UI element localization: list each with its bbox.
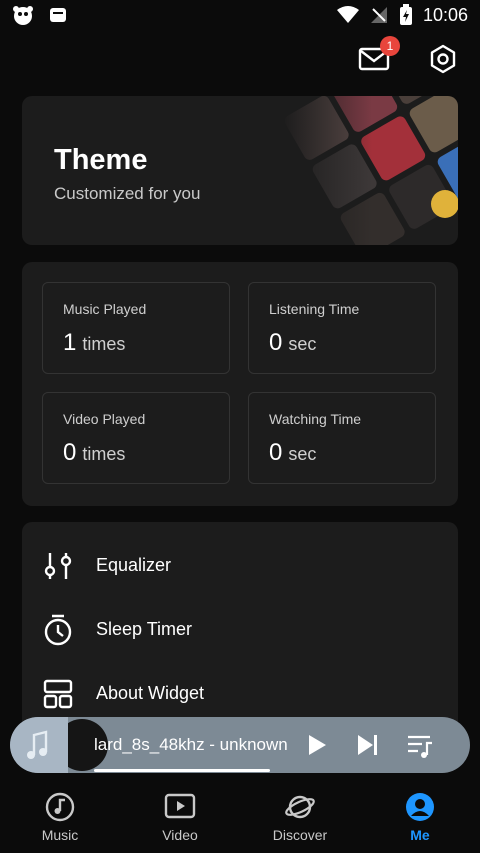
stat-number: 0 — [269, 439, 283, 466]
menu-label: Sleep Timer — [96, 619, 193, 639]
status-bar: 10:06 — [0, 0, 480, 32]
stat-number: 1 — [63, 329, 77, 356]
stat-label: Video Played — [63, 411, 146, 427]
menu-item-equalizer[interactable]: Equalizer — [22, 538, 458, 594]
stat-value: 1 times — [63, 329, 125, 357]
theme-title: Theme — [54, 144, 148, 176]
planet-icon — [285, 795, 315, 819]
app-notification-icon — [13, 6, 33, 25]
music-note-icon — [27, 730, 48, 759]
menu-label: About Widget — [96, 683, 205, 703]
stat-label: Watching Time — [269, 411, 362, 427]
stat-unit: times — [82, 334, 126, 354]
stat-listening-time: Listening Time 0 sec — [248, 282, 436, 374]
skip-next-icon[interactable] — [354, 731, 382, 759]
track-title[interactable]: lard_8s_48khz - unknown — [94, 735, 290, 755]
tab-label: Discover — [272, 827, 328, 843]
theme-collage-image — [282, 96, 458, 245]
stat-value: 0 times — [63, 439, 125, 467]
message-notification-icon — [50, 8, 66, 22]
stat-video-played: Video Played 0 times — [42, 392, 230, 484]
notification-badge: 1 — [380, 36, 400, 56]
clock: 10:06 — [422, 4, 468, 25]
equalizer-icon — [44, 553, 72, 579]
stat-unit: sec — [288, 444, 317, 464]
widget-icon — [43, 679, 73, 709]
stat-label: Music Played — [63, 301, 147, 317]
stat-unit: times — [82, 444, 126, 464]
menu-label: Equalizer — [96, 555, 172, 575]
music-note-icon — [45, 792, 75, 822]
video-icon — [164, 793, 196, 819]
battery-charging-icon — [399, 4, 412, 25]
stats-card: Music Played 1 times Listening Time 0 sec … — [22, 262, 458, 506]
tab-music[interactable]: Music — [0, 791, 120, 851]
stat-number: 0 — [269, 329, 283, 356]
playback-progress — [94, 769, 270, 772]
tab-me[interactable]: Me — [360, 791, 480, 851]
menu-item-sleep-timer[interactable]: Sleep Timer — [22, 602, 458, 658]
no-signal-icon — [370, 7, 387, 23]
bottom-navigation: Music Video Discover Me — [0, 783, 480, 853]
top-bar: 1 — [0, 36, 480, 80]
wifi-icon — [336, 6, 359, 23]
play-icon[interactable] — [302, 731, 330, 759]
gear-icon[interactable] — [428, 44, 458, 74]
tab-label: Me — [410, 827, 430, 843]
stat-unit: sec — [288, 334, 317, 354]
tab-discover[interactable]: Discover — [240, 791, 360, 851]
theme-subtitle: Customized for you — [54, 184, 201, 203]
menu-item-about-widget[interactable]: About Widget — [22, 666, 458, 722]
stat-value: 0 sec — [269, 439, 316, 467]
timer-icon — [44, 614, 72, 646]
profile-icon — [406, 793, 434, 821]
menu-card: Equalizer Sleep Timer About Widget — [22, 522, 458, 732]
stat-label: Listening Time — [269, 301, 360, 317]
stat-watching-time: Watching Time 0 sec — [248, 392, 436, 484]
tab-label: Video — [162, 827, 198, 843]
stat-music-played: Music Played 1 times — [42, 282, 230, 374]
album-art[interactable] — [10, 717, 68, 773]
theme-card[interactable]: Theme Customized for you — [22, 96, 458, 245]
playlist-icon[interactable] — [406, 731, 434, 759]
stat-value: 0 sec — [269, 329, 316, 357]
tab-video[interactable]: Video — [120, 791, 240, 851]
mini-player[interactable]: lard_8s_48khz - unknown — [10, 717, 470, 773]
tab-label: Music — [41, 827, 79, 843]
stat-number: 0 — [63, 439, 77, 466]
